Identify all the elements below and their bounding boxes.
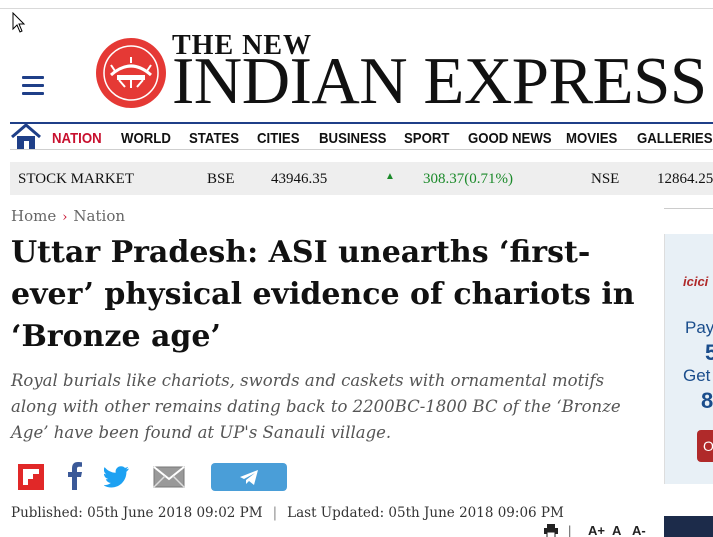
nav-item-states[interactable]: STATES (189, 130, 239, 147)
tools-separator: | (568, 523, 572, 537)
font-increase-button[interactable]: A+ (588, 523, 605, 537)
font-reset-button[interactable]: A (612, 523, 621, 537)
side-advertisement[interactable]: icici Pay 5 Get 8 O (664, 234, 713, 484)
nse-value: 12864.25 (657, 171, 713, 187)
top-divider (0, 8, 713, 9)
article-summary: Royal burials like chariots, swords and … (11, 371, 621, 442)
main-nav: NATION WORLD STATES CITIES BUSINESS SPOR… (10, 122, 713, 150)
nav-item-galleries[interactable]: GALLERIES (637, 130, 713, 147)
bse-label: BSE (207, 171, 235, 187)
publish-info: Published: 05th June 2018 09:02 PM | Last … (11, 505, 564, 521)
article-headline: Uttar Pradesh: ASI unearths ‘first-ever’… (11, 235, 635, 354)
updated-date: Last Updated: 05th June 2018 09:06 PM (287, 505, 564, 521)
font-decrease-button[interactable]: A- (632, 523, 646, 537)
stock-market-label: STOCK MARKET (18, 171, 134, 187)
published-date: Published: 05th June 2018 09:02 PM (11, 505, 263, 521)
nse-label: NSE (591, 171, 620, 187)
up-arrow-icon: ▲ (385, 171, 395, 182)
newspaper-logo-emblem[interactable] (95, 37, 167, 109)
breadcrumb-nation[interactable]: Nation (73, 207, 125, 225)
side-advertisement-2[interactable] (664, 516, 713, 537)
ad-divider (664, 208, 713, 209)
menu-hamburger-icon[interactable] (22, 76, 44, 96)
flipboard-icon[interactable] (18, 464, 44, 490)
nav-item-movies[interactable]: MOVIES (566, 130, 617, 147)
nav-item-business[interactable]: BUSINESS (319, 130, 386, 147)
masthead-big-text: INDIAN EXPRESS (172, 44, 707, 118)
twitter-icon[interactable] (104, 466, 130, 488)
publish-separator: | (272, 505, 278, 521)
nav-item-cities[interactable]: CITIES (257, 130, 300, 147)
ad-text-line2: 5 (705, 340, 713, 366)
mouse-cursor-icon (12, 12, 26, 33)
nav-item-world[interactable]: WORLD (121, 130, 171, 147)
breadcrumb-separator: › (62, 210, 68, 225)
breadcrumb-home[interactable]: Home (11, 207, 56, 225)
print-icon[interactable] (544, 524, 558, 537)
nav-item-nation[interactable]: NATION (52, 130, 102, 147)
ad-cta-button[interactable]: O (697, 430, 713, 462)
ad-text-line3: Get (683, 366, 711, 385)
email-icon[interactable] (153, 466, 185, 488)
nav-item-sport[interactable]: SPORT (404, 130, 449, 147)
stock-market-ticker: STOCK MARKET BSE 43946.35 ▲ 308.37(0.71%… (10, 162, 713, 195)
breadcrumb: Home › Nation (11, 207, 125, 225)
home-icon[interactable] (10, 124, 42, 149)
ad-text-line1: Pay (685, 318, 713, 337)
bse-value: 43946.35 (271, 171, 328, 187)
telegram-icon[interactable] (211, 463, 287, 491)
ad-text-line4: 8 (701, 388, 713, 413)
facebook-icon[interactable] (66, 462, 84, 490)
bse-change: 308.37(0.71%) (423, 171, 513, 187)
nav-item-good-news[interactable]: GOOD NEWS (468, 130, 552, 147)
ad-brand: icici (683, 274, 709, 289)
